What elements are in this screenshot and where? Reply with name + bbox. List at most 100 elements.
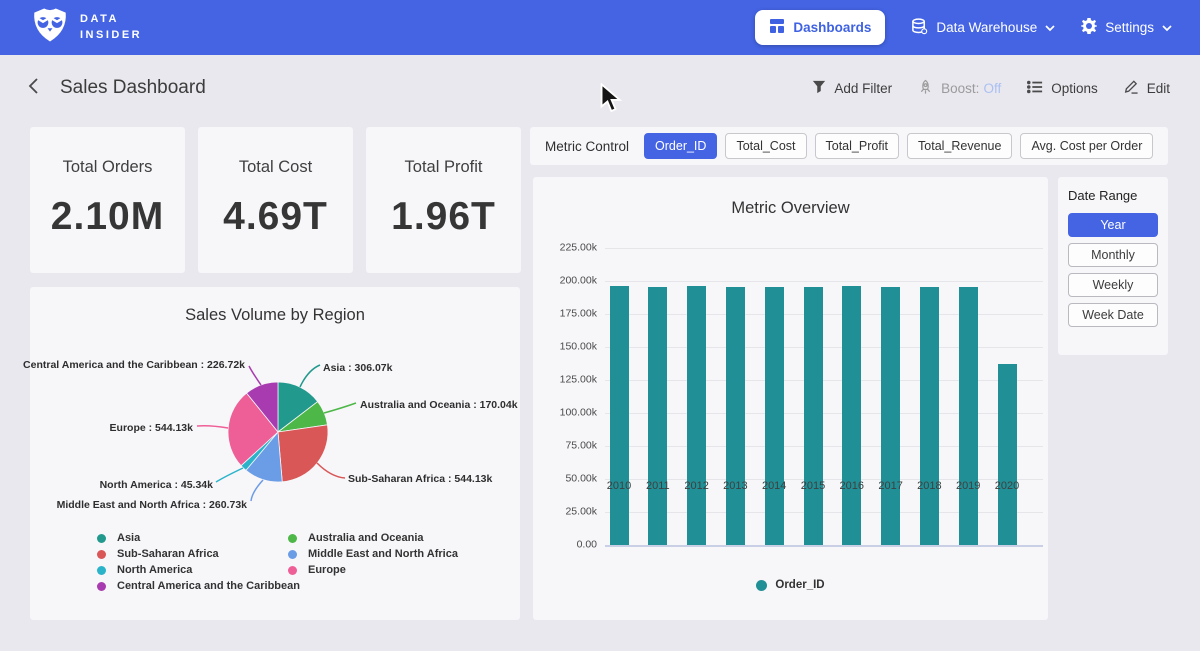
bar-chart-plot: 225.00k200.00k175.00k150.00k125.00k100.0… <box>605 248 1043 545</box>
nav-data-warehouse-label: Data Warehouse <box>936 20 1037 35</box>
legend-label: Europe <box>308 564 346 576</box>
legend-item-north-america: North America <box>97 564 192 576</box>
legend-dot <box>288 566 297 575</box>
page-title: Sales Dashboard <box>60 77 206 99</box>
date-range-weekly-button[interactable]: Weekly <box>1068 273 1158 297</box>
y-axis-tick: 25.00k <box>565 505 597 517</box>
kpi-card-total-profit: Total Profit 1.96T <box>366 127 521 273</box>
legend-dot <box>288 534 297 543</box>
kpi-label: Total Orders <box>30 158 185 177</box>
date-range-year-button[interactable]: Year <box>1068 213 1158 237</box>
metric-chip-total-profit[interactable]: Total_Profit <box>815 133 900 159</box>
options-list-icon <box>1027 80 1043 97</box>
bar-2016 <box>842 286 861 546</box>
bar-2015 <box>804 287 823 545</box>
kpi-label: Total Cost <box>198 158 353 177</box>
y-axis-tick: 75.00k <box>565 439 597 451</box>
x-axis-tick-2014: 2014 <box>762 480 786 492</box>
boost-status: Off <box>983 81 1001 96</box>
metric-chip-total-revenue[interactable]: Total_Revenue <box>907 133 1012 159</box>
date-range-buttons: Year Monthly Weekly Week Date <box>1068 213 1158 327</box>
kpi-card-total-cost: Total Cost 4.69T <box>198 127 353 273</box>
pie-callout-line <box>317 463 345 478</box>
bar-2013 <box>726 287 745 545</box>
bar-2010 <box>610 286 629 545</box>
y-axis-tick: 200.00k <box>560 274 597 286</box>
boost-toggle[interactable]: Boost: Off <box>918 79 1001 98</box>
nav-data-warehouse[interactable]: Data Warehouse <box>911 18 1055 38</box>
bar-2018 <box>920 287 939 545</box>
pie-label-north-america: North America : 45.34k <box>100 479 213 491</box>
y-axis-tick: 150.00k <box>560 340 597 352</box>
nav-dashboards-label: Dashboards <box>793 20 871 35</box>
legend-dot <box>97 582 106 591</box>
legend-label: Australia and Oceania <box>308 532 424 544</box>
top-nav: DATA INSIDER Dashboards <box>0 0 1200 55</box>
add-filter-button[interactable]: Add Filter <box>812 80 892 97</box>
kpi-label: Total Profit <box>366 158 521 177</box>
chevron-down-icon <box>1162 20 1172 35</box>
legend-dot <box>756 580 767 591</box>
date-range-monthly-button[interactable]: Monthly <box>1068 243 1158 267</box>
gridline <box>605 545 1043 547</box>
y-axis-tick: 0.00 <box>577 538 597 550</box>
x-axis-tick-2012: 2012 <box>684 480 708 492</box>
x-axis-tick-2017: 2017 <box>878 480 902 492</box>
legend-label: Asia <box>117 532 140 544</box>
bar-2011 <box>648 287 667 545</box>
metric-chip-order-id[interactable]: Order_ID <box>644 133 717 159</box>
legend-item-europe: Europe <box>288 564 346 576</box>
pie-label-sub-saharan-africa: Sub-Saharan Africa : 544.13k <box>348 473 492 485</box>
date-range-label: Date Range <box>1068 188 1158 203</box>
pie-callout-line <box>324 403 356 413</box>
edit-button[interactable]: Edit <box>1124 79 1170 97</box>
gridline <box>605 281 1043 282</box>
bar-2012 <box>687 286 706 546</box>
x-axis-tick-2010: 2010 <box>607 480 631 492</box>
nav-settings[interactable]: Settings <box>1081 18 1172 37</box>
legend-dot <box>97 566 106 575</box>
bar-2017 <box>881 287 900 545</box>
dashboard-grid-icon <box>769 18 785 37</box>
bar-2019 <box>959 287 978 545</box>
legend-dot <box>288 550 297 559</box>
database-icon <box>911 18 928 38</box>
x-axis-tick-2020: 2020 <box>995 480 1019 492</box>
x-axis-tick-2013: 2013 <box>723 480 747 492</box>
filter-funnel-icon <box>812 80 826 97</box>
brand-text: DATA INSIDER <box>80 12 142 44</box>
bar-2020 <box>998 364 1017 545</box>
legend-item-central-america-and-the-caribbean: Central America and the Caribbean <box>97 580 300 592</box>
legend-item-sub-saharan-africa: Sub-Saharan Africa <box>97 548 219 560</box>
pie-callout-line <box>251 480 263 501</box>
pie-label-asia: Asia : 306.07k <box>323 362 392 374</box>
options-button[interactable]: Options <box>1027 80 1098 97</box>
pie-callout-line <box>300 365 320 387</box>
brand: DATA INSIDER <box>30 6 142 49</box>
nav-dashboards-button[interactable]: Dashboards <box>755 10 885 45</box>
pie-callout-line <box>249 366 261 385</box>
date-range-panel: Date Range Year Monthly Weekly Week Date <box>1058 177 1168 355</box>
x-axis-tick-2018: 2018 <box>917 480 941 492</box>
y-axis-tick: 50.00k <box>565 472 597 484</box>
legend-item-middle-east-and-north-africa: Middle East and North Africa <box>288 548 458 560</box>
bar-2014 <box>765 287 784 545</box>
rocket-icon <box>918 79 933 98</box>
pie-label-europe: Europe : 544.13k <box>110 422 193 434</box>
kpi-value: 1.96T <box>366 195 521 239</box>
pie-callout-line <box>197 426 228 428</box>
legend-dot <box>97 550 106 559</box>
pie-slice-sub-saharan-africa <box>278 425 328 482</box>
bar-chart-title: Metric Overview <box>533 177 1048 218</box>
pie-label-australia-and-oceania: Australia and Oceania : 170.04k <box>360 399 518 411</box>
pie-label-middle-east-and-north-africa: Middle East and North Africa : 260.73k <box>57 499 247 511</box>
legend-label: Order_ID <box>775 579 824 591</box>
nav-settings-label: Settings <box>1105 20 1154 35</box>
back-button[interactable] <box>28 77 40 100</box>
metric-chip-total-cost[interactable]: Total_Cost <box>725 133 806 159</box>
x-axis-tick-2011: 2011 <box>646 480 670 492</box>
date-range-week-date-button[interactable]: Week Date <box>1068 303 1158 327</box>
y-axis-tick: 125.00k <box>560 373 597 385</box>
metric-chip-avg-cost-per-order[interactable]: Avg. Cost per Order <box>1020 133 1153 159</box>
y-axis-tick: 100.00k <box>560 406 597 418</box>
